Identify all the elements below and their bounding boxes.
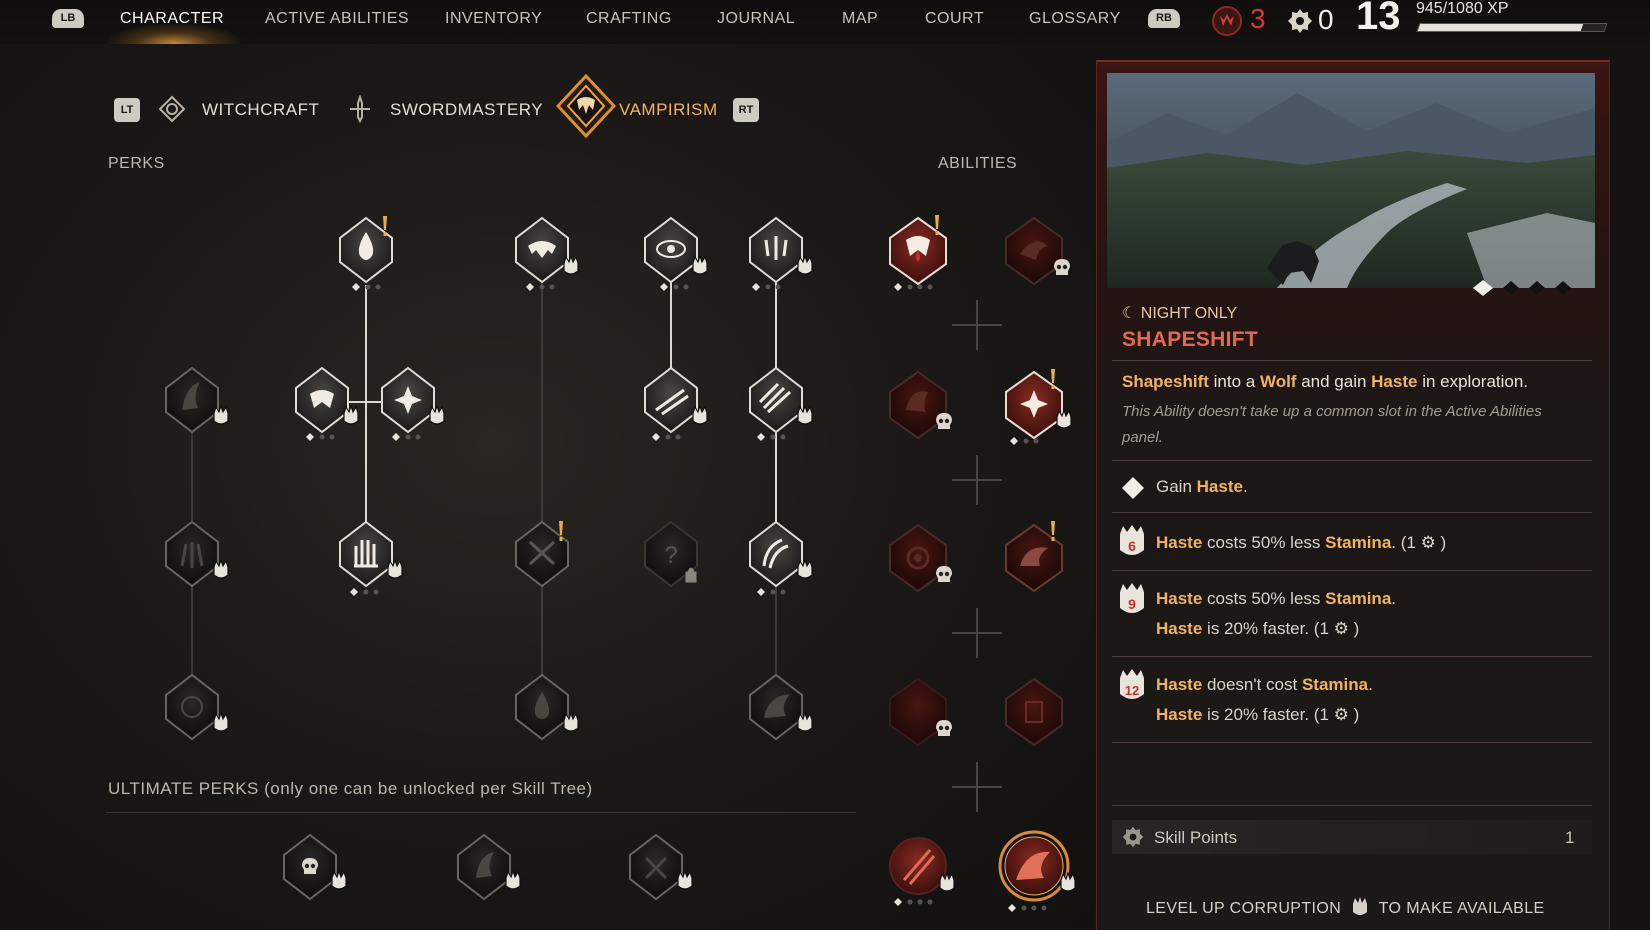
base-effect-icon — [1122, 477, 1144, 499]
ability-pounce[interactable] — [1005, 521, 1063, 593]
skill-points-label: Skill Points — [1154, 828, 1238, 847]
upgrade-2-line-2: Haste is 20% faster. (1 ⚙ ) — [1156, 619, 1360, 638]
ability-shapeshift[interactable] — [889, 215, 947, 291]
xp-bar — [1416, 23, 1608, 32]
svg-text:6: 6 — [1128, 538, 1136, 554]
panel-divider — [1112, 570, 1592, 571]
skill-point-icon — [1288, 9, 1312, 33]
panel-divider — [1112, 742, 1592, 743]
perk-dark-wolf[interactable] — [749, 673, 813, 741]
perk-howl[interactable] — [295, 366, 359, 441]
perk-blood-drop[interactable] — [339, 216, 393, 291]
ability-blood-burst[interactable] — [1005, 369, 1072, 445]
ability-description: Shapeshift into a Wolf and gain Haste in… — [1122, 372, 1529, 391]
corruption-paw-icon — [1353, 897, 1368, 915]
skill-points-value: 1 — [1565, 828, 1575, 847]
perk-fang-bite[interactable] — [515, 216, 579, 291]
perk-claw-marks[interactable] — [165, 520, 229, 588]
skill-point-count: 0 — [1318, 4, 1334, 35]
xp-bar-fill — [1417, 24, 1584, 31]
upgrade-2-line-1: Haste costs 50% less Stamina. — [1156, 589, 1397, 608]
ability-vortex[interactable] — [889, 523, 952, 593]
perk-locked[interactable]: ? — [644, 520, 698, 588]
panel-divider — [1112, 512, 1592, 513]
svg-text:9: 9 — [1128, 596, 1136, 612]
ability-note: This Ability doesn't take up a common sl… — [1122, 403, 1542, 446]
perk-dash-strike[interactable] — [644, 366, 708, 441]
corruption-count: 3 — [1250, 3, 1266, 34]
panel-divider — [1112, 805, 1592, 806]
ability-preview-image — [1107, 73, 1595, 288]
upgrade-1-line-1: Haste costs 50% less Stamina. (1 ⚙ ) — [1156, 533, 1447, 552]
perk-crossed-slash[interactable] — [515, 520, 569, 588]
rb-button[interactable]: RB — [1148, 9, 1180, 28]
ultimate-perk-flame[interactable] — [457, 833, 521, 901]
base-effect-text: Gain Haste. — [1156, 477, 1248, 496]
corruption-icon — [1212, 6, 1242, 36]
character-level: 13 — [1356, 0, 1401, 38]
panel-divider — [1112, 460, 1592, 461]
skill-point-icon — [1122, 826, 1144, 848]
perk-burst[interactable] — [381, 366, 445, 441]
svg-text:12: 12 — [1125, 683, 1139, 698]
perk-blood-drops[interactable] — [749, 216, 813, 291]
ultimate-perk-skull[interactable] — [283, 833, 347, 901]
ultimate-perk-sigil[interactable] — [629, 833, 693, 901]
rank-badge-icon: 9 — [1120, 583, 1144, 613]
perk-triple-slash[interactable] — [749, 366, 813, 441]
ability-raven[interactable] — [1005, 216, 1070, 286]
perk-eye[interactable] — [644, 216, 708, 291]
perk-rending-claws[interactable] — [749, 520, 813, 596]
rank-badge-icon: 6 — [1120, 525, 1144, 555]
preview-pagination[interactable] — [1469, 278, 1579, 298]
ultimate-ability-blood-slash[interactable] — [889, 837, 955, 906]
night-only-tag: ☾ NIGHT ONLY — [1122, 305, 1238, 322]
xp-text: 945/1080 XP — [1416, 0, 1509, 17]
perk-dark-eye[interactable] — [165, 673, 229, 741]
ability-dark-sigil[interactable] — [889, 677, 952, 747]
rank-badge-icon: 12 — [1120, 669, 1144, 699]
perk-flame-claw[interactable] — [165, 366, 229, 434]
upgrade-3-line-2: Haste is 20% faster. (1 ⚙ ) — [1156, 705, 1360, 724]
panel-divider — [1112, 656, 1592, 657]
perk-hand[interactable] — [339, 520, 403, 596]
level-up-hint: LEVEL UP CORRUPTION TO MAKE AVAILABLE — [1146, 896, 1545, 918]
ability-red-sigil[interactable] — [1005, 677, 1063, 747]
ultimate-ability-beast-charge[interactable] — [998, 830, 1076, 912]
perk-dark-drop[interactable] — [515, 673, 579, 741]
ability-title: SHAPESHIFT — [1122, 328, 1259, 351]
ability-beast-head[interactable] — [889, 370, 952, 440]
upgrade-3-line-1: Haste doesn't cost Stamina. — [1156, 675, 1373, 694]
panel-divider — [1112, 360, 1592, 361]
svg-text:?: ? — [664, 542, 677, 569]
skill-tree-graph: ? — [165, 215, 1076, 912]
